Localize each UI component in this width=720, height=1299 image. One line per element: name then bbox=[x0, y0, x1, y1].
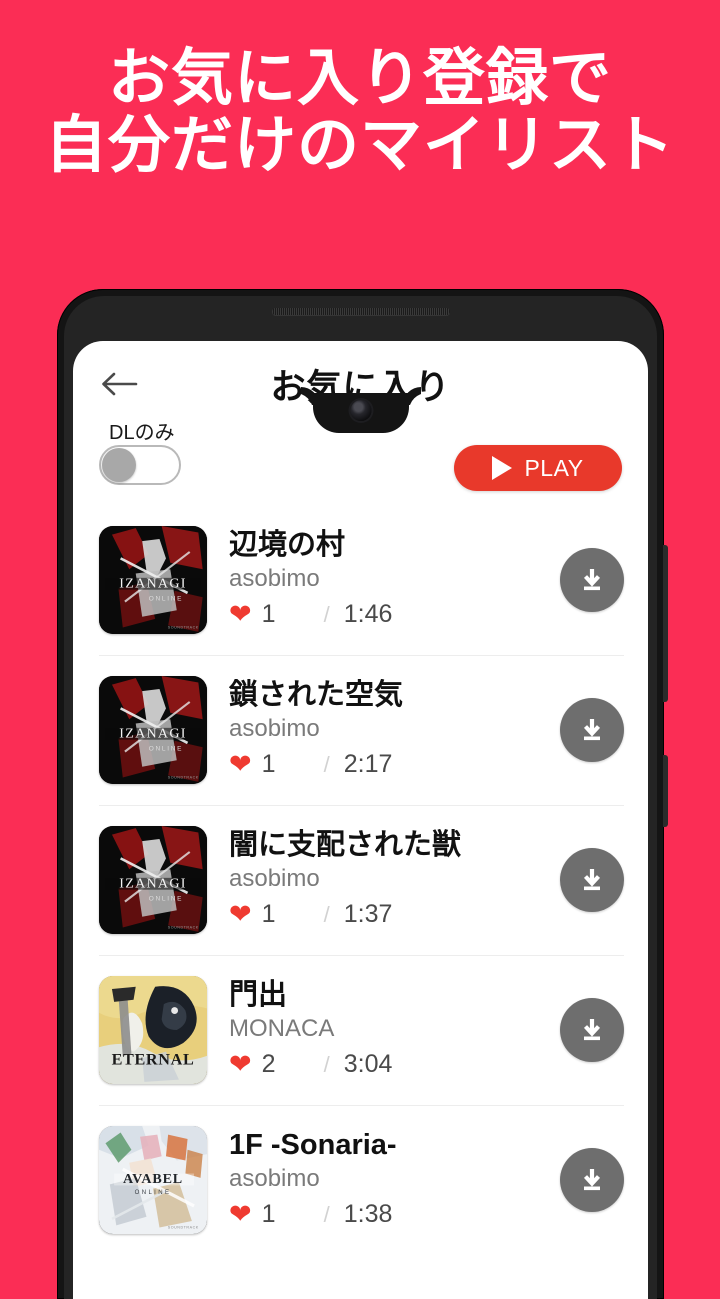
stats-separator: / bbox=[324, 752, 330, 778]
phone-screen: お気に入り DLのみ PLAY bbox=[73, 341, 648, 1299]
stats-separator: / bbox=[324, 1202, 330, 1228]
track-stats: ❤ 1 / 1:38 bbox=[229, 1200, 560, 1229]
album-artwork-avabel: AVABEL ONLINE SOUNDTRACK bbox=[99, 1126, 207, 1234]
like-count: 1 bbox=[262, 900, 324, 929]
svg-text:IZANAGI: IZANAGI bbox=[119, 726, 187, 742]
track-stats: ❤ 1 / 1:46 bbox=[229, 600, 560, 629]
svg-text:SOUNDTRACK: SOUNDTRACK bbox=[168, 926, 199, 930]
track-list-item[interactable]: AVABEL ONLINE SOUNDTRACK 1F -Sonaria- as… bbox=[73, 1105, 648, 1255]
download-button[interactable] bbox=[560, 548, 624, 612]
track-duration: 3:04 bbox=[344, 1050, 393, 1079]
download-button[interactable] bbox=[560, 848, 624, 912]
track-stats: ❤ 1 / 2:17 bbox=[229, 750, 560, 779]
track-artist: MONACA bbox=[229, 1013, 560, 1044]
dl-toggle-label: DLのみ bbox=[109, 423, 175, 443]
track-list: IZANAGI ONLINE SOUNDTRACK 辺境の村 asobimo ❤… bbox=[73, 505, 648, 1255]
track-title: 辺境の村 bbox=[229, 529, 560, 562]
svg-text:SOUNDTRACK: SOUNDTRACK bbox=[168, 1226, 199, 1230]
display-notch bbox=[313, 393, 409, 433]
download-button[interactable] bbox=[560, 998, 624, 1062]
heart-icon: ❤ bbox=[229, 601, 252, 628]
track-list-item[interactable]: IZANAGI ONLINE SOUNDTRACK 辺境の村 asobimo ❤… bbox=[73, 505, 648, 655]
front-camera-icon bbox=[350, 400, 371, 421]
track-list-item[interactable]: ETERNAL 門出 MONACA ❤ 2 / 3:04 bbox=[73, 955, 648, 1105]
track-title: 闇に支配された獣 bbox=[229, 829, 560, 862]
download-icon bbox=[575, 863, 609, 897]
track-artist: asobimo bbox=[229, 713, 560, 744]
track-meta: 鎖された空気 asobimo ❤ 1 / 2:17 bbox=[207, 679, 560, 782]
stats-separator: / bbox=[324, 1052, 330, 1078]
promo-headline-line-1: お気に入り登録で bbox=[108, 46, 612, 113]
track-meta: 門出 MONACA ❤ 2 / 3:04 bbox=[207, 979, 560, 1082]
track-stats: ❤ 1 / 1:37 bbox=[229, 900, 560, 929]
back-arrow-icon bbox=[99, 369, 139, 399]
like-count: 1 bbox=[262, 1200, 324, 1229]
track-list-item[interactable]: IZANAGI ONLINE SOUNDTRACK 鎖された空気 asobimo… bbox=[73, 655, 648, 805]
svg-text:SOUNDTRACK: SOUNDTRACK bbox=[168, 776, 199, 780]
svg-text:ONLINE: ONLINE bbox=[135, 1190, 172, 1196]
track-duration: 1:46 bbox=[344, 600, 393, 629]
play-button[interactable]: PLAY bbox=[454, 445, 622, 491]
download-button[interactable] bbox=[560, 1148, 624, 1212]
track-artist: asobimo bbox=[229, 1163, 560, 1194]
svg-text:IZANAGI: IZANAGI bbox=[119, 876, 187, 892]
svg-text:ETERNAL: ETERNAL bbox=[112, 1051, 195, 1069]
controls-row: DLのみ PLAY bbox=[73, 427, 648, 505]
album-artwork-izanagi: IZANAGI ONLINE SOUNDTRACK bbox=[99, 826, 207, 934]
album-artwork-eternal: ETERNAL bbox=[99, 976, 207, 1084]
track-meta: 辺境の村 asobimo ❤ 1 / 1:46 bbox=[207, 529, 560, 632]
svg-text:ONLINE: ONLINE bbox=[149, 896, 183, 903]
track-duration: 1:37 bbox=[344, 900, 393, 929]
download-icon bbox=[575, 1163, 609, 1197]
power-button[interactable] bbox=[663, 755, 668, 827]
dl-only-toggle[interactable] bbox=[99, 445, 181, 485]
track-duration: 2:17 bbox=[344, 750, 393, 779]
like-count: 1 bbox=[262, 600, 324, 629]
album-artwork-izanagi: IZANAGI ONLINE SOUNDTRACK bbox=[99, 526, 207, 634]
track-artist: asobimo bbox=[229, 863, 560, 894]
stats-separator: / bbox=[324, 602, 330, 628]
like-count: 2 bbox=[262, 1050, 324, 1079]
heart-icon: ❤ bbox=[229, 1051, 252, 1078]
earpiece-speaker bbox=[272, 308, 450, 315]
play-triangle-icon bbox=[492, 456, 512, 480]
track-title: 鎖された空気 bbox=[229, 679, 560, 712]
track-title: 門出 bbox=[229, 979, 560, 1012]
track-meta: 闇に支配された獣 asobimo ❤ 1 / 1:37 bbox=[207, 829, 560, 932]
svg-text:IZANAGI: IZANAGI bbox=[119, 576, 187, 592]
heart-icon: ❤ bbox=[229, 751, 252, 778]
download-icon bbox=[575, 563, 609, 597]
promo-banner: お気に入り登録で 自分だけのマイリスト bbox=[0, 0, 720, 272]
download-button[interactable] bbox=[560, 698, 624, 762]
svg-text:ONLINE: ONLINE bbox=[149, 596, 183, 603]
track-meta: 1F -Sonaria- asobimo ❤ 1 / 1:38 bbox=[207, 1129, 560, 1232]
play-button-label: PLAY bbox=[524, 455, 583, 482]
stats-separator: / bbox=[324, 902, 330, 928]
track-artist: asobimo bbox=[229, 563, 560, 594]
svg-text:AVABEL: AVABEL bbox=[123, 1171, 183, 1187]
download-icon bbox=[575, 1013, 609, 1047]
heart-icon: ❤ bbox=[229, 901, 252, 928]
promo-headline-line-2: 自分だけのマイリスト bbox=[45, 113, 675, 180]
like-count: 1 bbox=[262, 750, 324, 779]
download-icon bbox=[575, 713, 609, 747]
svg-text:ONLINE: ONLINE bbox=[149, 746, 183, 753]
toggle-knob bbox=[102, 448, 136, 482]
track-stats: ❤ 2 / 3:04 bbox=[229, 1050, 560, 1079]
dl-only-filter: DLのみ bbox=[99, 423, 181, 485]
back-button[interactable] bbox=[97, 362, 141, 406]
volume-button[interactable] bbox=[663, 545, 668, 702]
heart-icon: ❤ bbox=[229, 1201, 252, 1228]
track-duration: 1:38 bbox=[344, 1200, 393, 1229]
svg-text:SOUNDTRACK: SOUNDTRACK bbox=[168, 626, 199, 630]
track-list-item[interactable]: IZANAGI ONLINE SOUNDTRACK 闇に支配された獣 asobi… bbox=[73, 805, 648, 955]
phone-mockup: お気に入り DLのみ PLAY bbox=[57, 289, 664, 1299]
track-title: 1F -Sonaria- bbox=[229, 1129, 560, 1162]
album-artwork-izanagi: IZANAGI ONLINE SOUNDTRACK bbox=[99, 676, 207, 784]
